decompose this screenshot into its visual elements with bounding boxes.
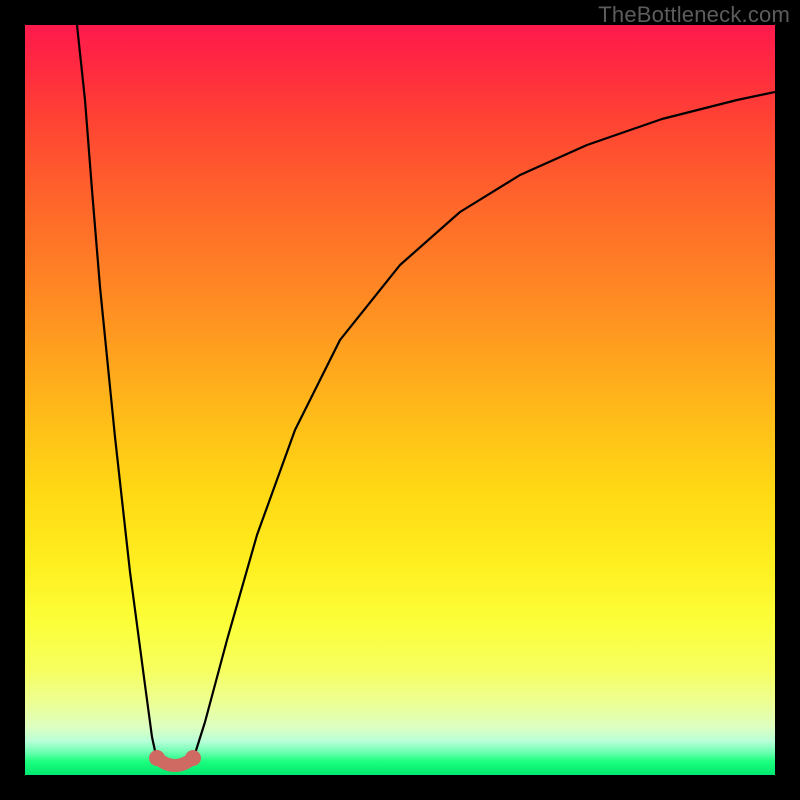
watermark-text: TheBottleneck.com [598, 2, 790, 28]
plot-area [25, 25, 775, 775]
bottleneck-curve [77, 25, 775, 767]
curve-layer [25, 25, 775, 775]
valley-marker-right [185, 750, 201, 766]
chart-frame: TheBottleneck.com [0, 0, 800, 800]
valley-marker-left [149, 750, 165, 766]
